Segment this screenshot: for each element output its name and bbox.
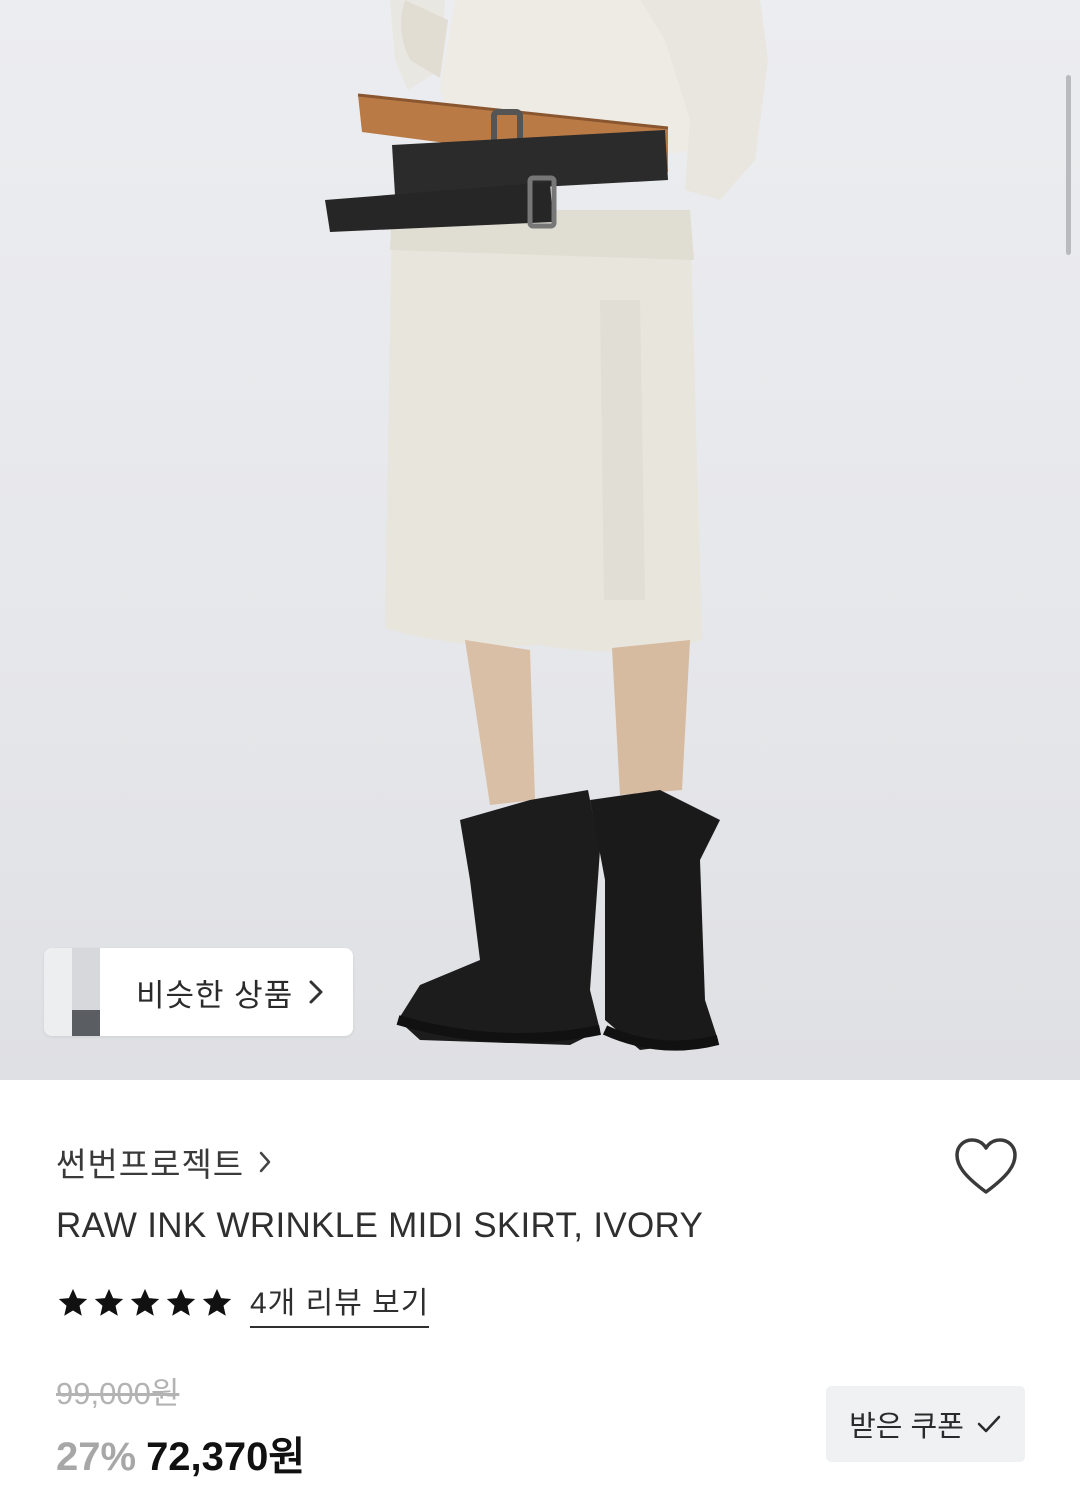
rating-row: 4개 리뷰 보기 xyxy=(56,1278,430,1328)
image-scrollbar[interactable] xyxy=(1066,75,1071,255)
product-image[interactable]: 비슷한 상품 xyxy=(0,0,1080,1080)
received-coupon-button[interactable]: 받은 쿠폰 xyxy=(826,1386,1025,1462)
view-reviews-link[interactable]: 4개 리뷰 보기 xyxy=(250,1278,430,1328)
similar-products-thumbnail xyxy=(44,948,100,1036)
star-rating xyxy=(56,1286,234,1320)
similar-products-button[interactable]: 비슷한 상품 xyxy=(44,948,353,1036)
sale-price: 72,370원 xyxy=(146,1435,306,1479)
price-row: 27% 72,370원 xyxy=(56,1424,305,1482)
brand-link[interactable]: 썬번프로젝트 xyxy=(56,1138,272,1186)
discount-rate: 27% xyxy=(56,1435,137,1479)
star-icon xyxy=(130,1288,160,1316)
coupon-label: 받은 쿠폰 xyxy=(849,1411,964,1443)
star-icon xyxy=(58,1288,88,1316)
star-icon xyxy=(166,1288,196,1316)
product-photo xyxy=(325,0,768,1051)
wishlist-button[interactable] xyxy=(950,1134,1022,1200)
star-icon xyxy=(94,1288,124,1316)
check-icon xyxy=(977,1415,1001,1433)
heart-outline-icon xyxy=(955,1138,1017,1194)
original-price: 99,000원 xyxy=(56,1376,180,1411)
chevron-right-icon xyxy=(258,1150,272,1174)
similar-products-label: 비슷한 상품 xyxy=(136,977,294,1013)
product-title: RAW INK WRINKLE MIDI SKIRT, IVORY xyxy=(56,1206,704,1245)
star-icon xyxy=(202,1288,232,1316)
chevron-right-icon xyxy=(307,978,325,1006)
brand-name: 썬번프로젝트 xyxy=(56,1146,245,1183)
